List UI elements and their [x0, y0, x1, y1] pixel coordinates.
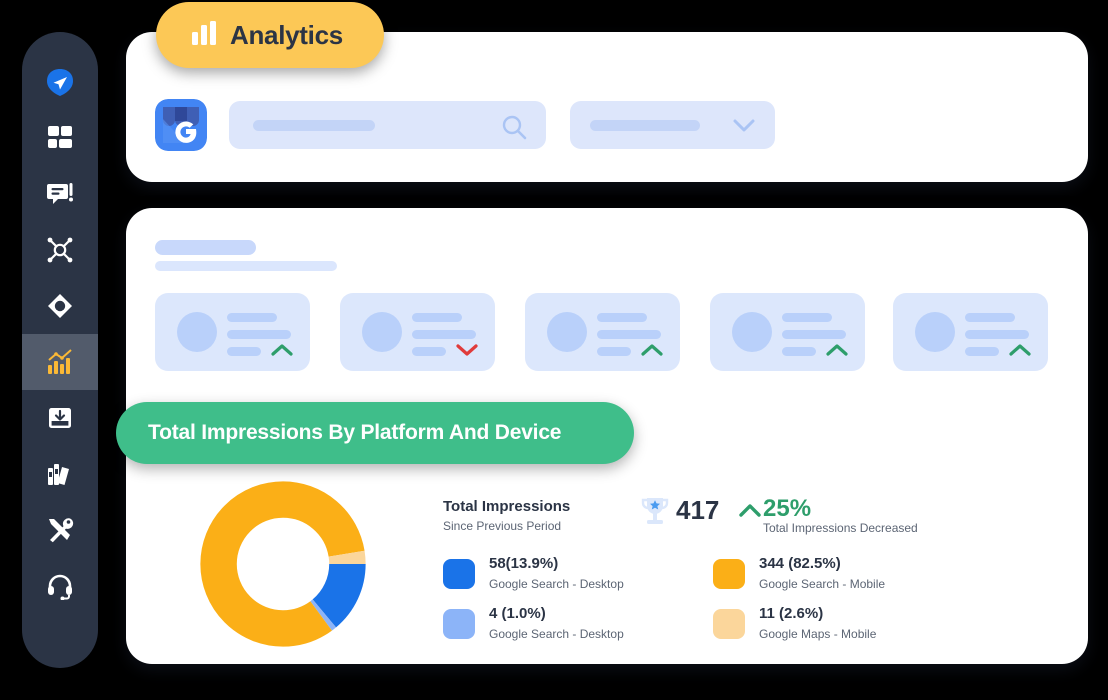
stat-avatar	[547, 312, 587, 352]
tools-icon	[46, 516, 74, 544]
stat-line	[227, 330, 291, 339]
headset-support-icon	[46, 572, 74, 600]
search-icon[interactable]	[501, 114, 527, 145]
stat-avatar	[732, 312, 772, 352]
stat-avatar	[915, 312, 955, 352]
sidebar-item-tools[interactable]	[22, 502, 98, 558]
legend-swatch	[443, 609, 475, 639]
analytics-badge[interactable]: Analytics	[156, 2, 384, 68]
legend-swatch	[713, 559, 745, 589]
summary-title: Total Impressions	[443, 498, 571, 515]
panel-title-placeholder	[155, 240, 256, 255]
sidebar-item-dashboard[interactable]	[22, 110, 98, 166]
chevron-up-icon	[739, 503, 761, 522]
stat-line	[782, 330, 846, 339]
paper-plane-icon	[44, 66, 76, 98]
analytics-badge-label: Analytics	[230, 19, 343, 50]
grid-dashboard-icon	[46, 124, 74, 152]
filter-select-value	[590, 120, 700, 131]
google-my-business-icon	[155, 99, 207, 151]
stat-line	[965, 313, 1015, 322]
stat-card[interactable]	[893, 293, 1048, 371]
search-placeholder	[253, 120, 375, 131]
summary-delta: 25%	[763, 495, 812, 522]
sidebar-item-send[interactable]	[22, 54, 98, 110]
sidebar-item-targets[interactable]	[22, 278, 98, 334]
trophy-star-icon	[640, 495, 670, 534]
stat-line	[965, 347, 999, 356]
stat-line	[782, 347, 816, 356]
stat-line	[597, 347, 631, 356]
stat-line	[782, 313, 832, 322]
search-input[interactable]	[229, 101, 546, 149]
impressions-donut-chart	[198, 479, 368, 654]
stat-line	[412, 313, 462, 322]
stat-card[interactable]	[525, 293, 680, 371]
legend-value: 4 (1.0%)	[489, 605, 546, 622]
stat-line	[227, 313, 277, 322]
bar-chart-icon	[190, 19, 218, 52]
legend-label: Google Search - Desktop	[489, 577, 624, 591]
trend-up-icon	[271, 343, 293, 361]
chart-title-banner: Total Impressions By Platform And Device	[116, 402, 634, 464]
legend-label: Google Maps - Mobile	[759, 627, 877, 641]
chat-alert-icon	[46, 180, 74, 208]
legend-value: 58(13.9%)	[489, 555, 559, 572]
legend-label: Google Search - Mobile	[759, 577, 886, 591]
stat-line	[597, 313, 647, 322]
stat-line	[227, 347, 261, 356]
sidebar-item-library[interactable]	[22, 446, 98, 502]
panel-subtitle-placeholder	[155, 261, 337, 271]
stat-card[interactable]	[155, 293, 310, 371]
diamond-target-icon	[46, 292, 74, 320]
legend-value: 344 (82.5%)	[759, 555, 841, 572]
stat-avatar	[177, 312, 217, 352]
stat-line	[412, 330, 476, 339]
sidebar	[22, 32, 98, 668]
stat-line	[597, 330, 661, 339]
inbox-download-icon	[46, 404, 74, 432]
analytics-chart-icon	[46, 348, 74, 376]
filter-select[interactable]	[570, 101, 775, 149]
trend-up-icon	[1009, 343, 1031, 361]
sidebar-item-downloads[interactable]	[22, 390, 98, 446]
sidebar-item-messages[interactable]	[22, 166, 98, 222]
summary-delta-note: Total Impressions Decreased	[763, 521, 918, 535]
sidebar-item-analytics[interactable]	[22, 334, 98, 390]
trend-up-icon	[641, 343, 663, 361]
legend-swatch	[443, 559, 475, 589]
stat-card[interactable]	[710, 293, 865, 371]
summary-subtitle: Since Previous Period	[443, 519, 562, 533]
network-share-icon	[46, 236, 74, 264]
stat-avatar	[362, 312, 402, 352]
sidebar-item-network[interactable]	[22, 222, 98, 278]
chart-title: Total Impressions By Platform And Device	[148, 421, 562, 444]
screen: Total Impressions Since Previous Period …	[0, 0, 1108, 700]
legend-value: 11 (2.6%)	[759, 605, 824, 622]
trend-down-icon	[456, 343, 478, 361]
stat-line	[965, 330, 1029, 339]
legend-swatch	[713, 609, 745, 639]
trend-up-icon	[826, 343, 848, 361]
stat-card[interactable]	[340, 293, 495, 371]
legend-label: Google Search - Desktop	[489, 627, 624, 641]
sidebar-item-support[interactable]	[22, 558, 98, 614]
donut-segment-maps-mobile	[200, 481, 366, 647]
library-books-icon	[46, 460, 74, 488]
summary-count: 417	[676, 495, 720, 525]
chevron-down-icon[interactable]	[733, 118, 755, 138]
stat-line	[412, 347, 446, 356]
